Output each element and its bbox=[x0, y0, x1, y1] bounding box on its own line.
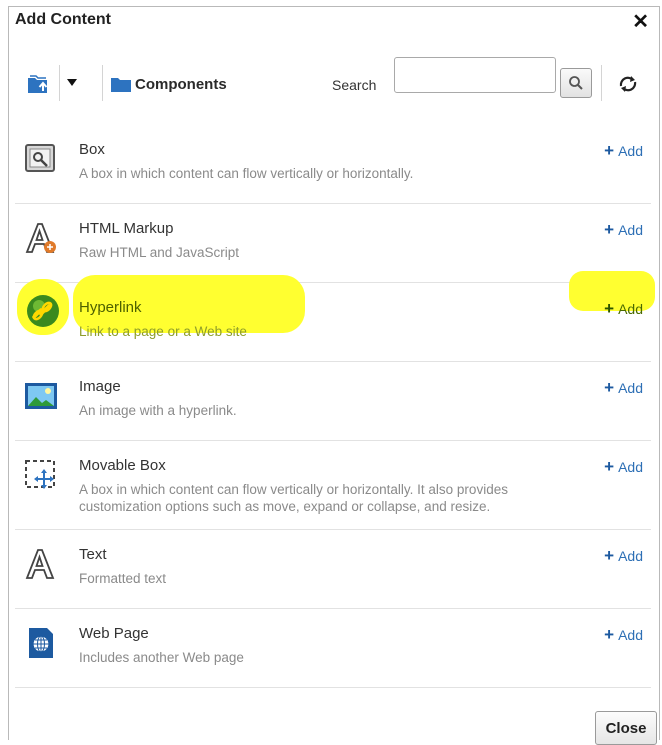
search-input[interactable] bbox=[394, 57, 556, 93]
toolbar: Components Search bbox=[9, 49, 659, 119]
item-name: Hyperlink bbox=[79, 299, 142, 316]
list-item-html-markup: HTML Markup Raw HTML and JavaScript + Ad… bbox=[15, 203, 651, 282]
toolbar-divider bbox=[601, 65, 602, 101]
plus-icon: + bbox=[604, 625, 615, 644]
hyperlink-icon bbox=[27, 295, 59, 327]
plus-icon: + bbox=[604, 546, 615, 565]
plus-icon: + bbox=[604, 220, 615, 239]
add-label: Add bbox=[618, 380, 643, 396]
add-image-button[interactable]: + Add bbox=[604, 378, 643, 398]
add-label: Add bbox=[618, 459, 643, 475]
item-description: A box in which content can flow vertical… bbox=[79, 482, 508, 514]
add-label: Add bbox=[618, 222, 643, 238]
search-icon bbox=[569, 76, 583, 90]
item-description: A box in which content can flow vertical… bbox=[79, 166, 414, 181]
add-web-page-button[interactable]: + Add bbox=[604, 625, 643, 645]
folder-icon bbox=[111, 78, 131, 92]
add-text-button[interactable]: + Add bbox=[604, 546, 643, 566]
refresh-icon[interactable] bbox=[617, 73, 639, 95]
add-box-button[interactable]: + Add bbox=[604, 141, 643, 161]
movable-box-icon bbox=[25, 460, 55, 489]
list-item-hyperlink: Hyperlink Link to a page or a Web site +… bbox=[15, 271, 655, 361]
list-end-divider bbox=[15, 687, 651, 688]
list-item-image: Image An image with a hyperlink. + Add bbox=[15, 361, 651, 440]
add-html-markup-button[interactable]: + Add bbox=[604, 220, 643, 240]
list-item-web-page: Web Page Includes another Web page + Add bbox=[15, 608, 651, 687]
item-name: Movable Box bbox=[79, 457, 166, 474]
add-label: Add bbox=[618, 548, 643, 564]
component-list: Box A box in which content can flow vert… bbox=[15, 125, 655, 688]
list-item-box: Box A box in which content can flow vert… bbox=[15, 125, 651, 203]
item-name: Box bbox=[79, 141, 105, 158]
search-label: Search bbox=[332, 77, 377, 93]
add-label: Add bbox=[618, 627, 643, 643]
search-button[interactable] bbox=[560, 68, 592, 98]
add-label: Add bbox=[618, 301, 643, 317]
plus-icon: + bbox=[604, 457, 615, 476]
list-item-movable-box: Movable Box A box in which content can f… bbox=[15, 440, 651, 529]
box-icon bbox=[25, 144, 55, 172]
close-icon[interactable]: ✕ bbox=[632, 9, 649, 34]
web-page-icon bbox=[29, 628, 53, 658]
components-breadcrumb[interactable]: Components bbox=[135, 76, 227, 93]
item-name: Web Page bbox=[79, 625, 149, 642]
item-description: Includes another Web page bbox=[79, 650, 244, 665]
folder-up-icon[interactable] bbox=[27, 73, 51, 95]
toolbar-divider bbox=[102, 65, 103, 101]
item-name: HTML Markup bbox=[79, 220, 174, 237]
plus-icon: + bbox=[604, 141, 615, 160]
add-label: Add bbox=[618, 143, 643, 159]
item-name: Text bbox=[79, 546, 107, 563]
plus-icon: + bbox=[604, 299, 615, 318]
item-name: Image bbox=[79, 378, 121, 395]
image-icon bbox=[25, 383, 57, 409]
add-hyperlink-button[interactable]: + Add bbox=[604, 299, 643, 319]
html-markup-icon bbox=[25, 223, 56, 253]
plus-icon: + bbox=[604, 378, 615, 397]
add-content-dialog: Add Content ✕ Components Search Box A bo… bbox=[8, 6, 660, 745]
chevron-down-icon[interactable] bbox=[67, 79, 77, 86]
add-movable-box-button[interactable]: + Add bbox=[604, 457, 643, 477]
item-description: An image with a hyperlink. bbox=[79, 403, 237, 418]
item-description: Raw HTML and JavaScript bbox=[79, 245, 240, 260]
dialog-title: Add Content bbox=[15, 11, 111, 28]
item-description: Link to a page or a Web site bbox=[79, 324, 247, 339]
list-item-text: Text Formatted text + Add bbox=[15, 529, 651, 608]
toolbar-divider bbox=[59, 65, 60, 101]
text-icon bbox=[25, 549, 55, 579]
item-description: Formatted text bbox=[79, 571, 167, 586]
